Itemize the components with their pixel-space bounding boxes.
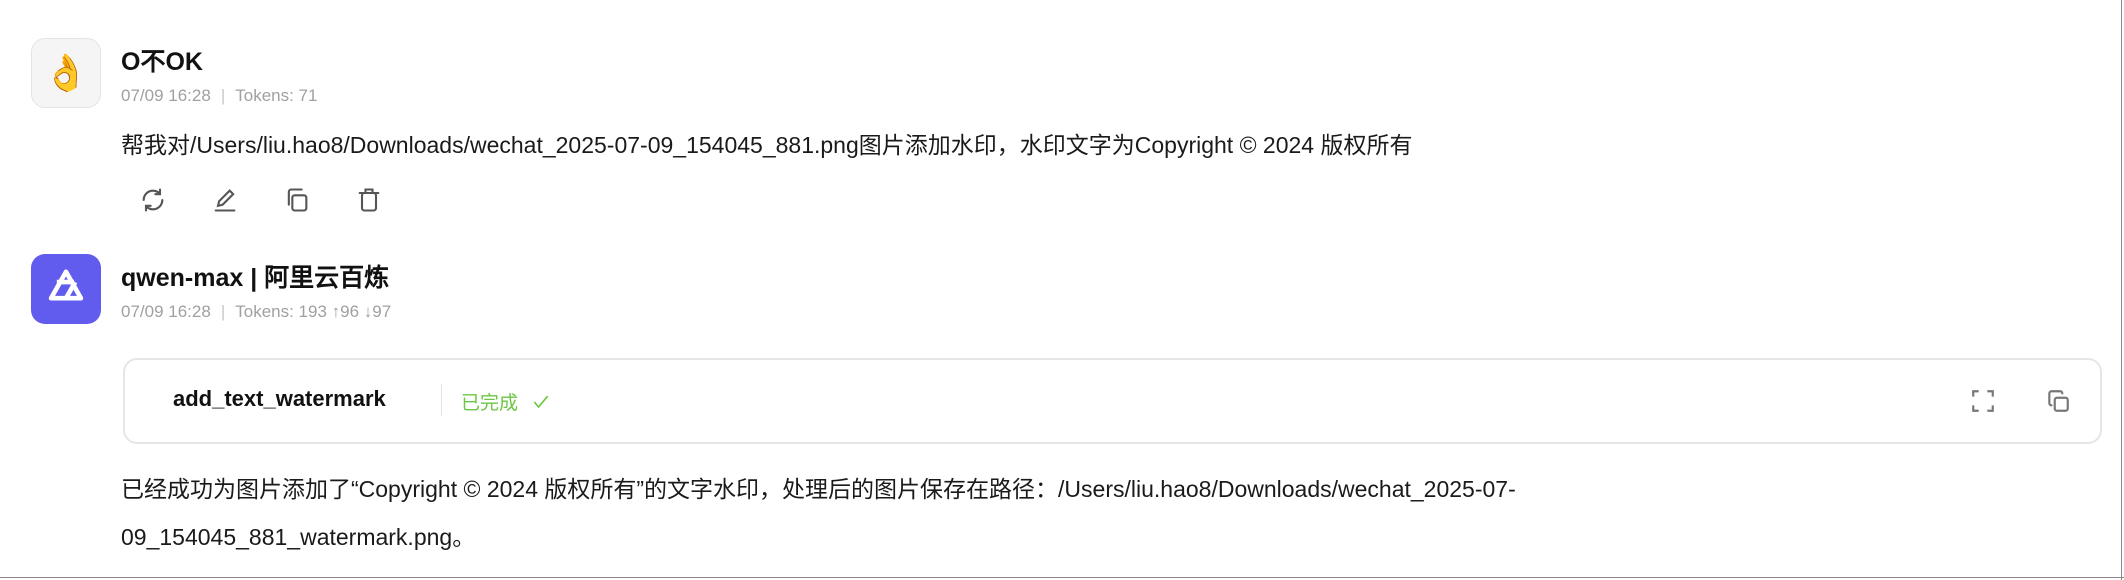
copy-tool-result-button[interactable] bbox=[2043, 386, 2073, 416]
token-count: Tokens: 193 ↑96 ↓97 bbox=[235, 302, 392, 321]
message-time: 07/09 16:28 bbox=[121, 86, 211, 105]
meta-separator: | bbox=[220, 302, 226, 321]
delete-icon bbox=[358, 188, 380, 212]
fullscreen-icon bbox=[1972, 390, 1994, 412]
user-meta: 07/09 16:28 | Tokens: 71 bbox=[121, 86, 317, 106]
refresh-icon bbox=[142, 188, 164, 212]
message-time: 07/09 16:28 bbox=[121, 302, 211, 321]
ok-hand-icon: 👌 bbox=[43, 52, 89, 93]
message-actions bbox=[136, 183, 386, 217]
assistant-meta: 07/09 16:28 | Tokens: 193 ↑96 ↓97 bbox=[121, 302, 391, 322]
tool-name: add_text_watermark bbox=[173, 386, 386, 411]
assistant-response: 已经成功为图片添加了“Copyright © 2024 版权所有”的文字水印，处… bbox=[121, 465, 1901, 561]
copy-button[interactable] bbox=[280, 183, 314, 217]
meta-separator: | bbox=[220, 86, 226, 105]
edit-icon bbox=[214, 189, 236, 212]
tool-call-card[interactable]: add_text_watermark 已完成 bbox=[123, 358, 2102, 444]
tool-status-label: 已完成 bbox=[461, 393, 519, 414]
edit-button[interactable] bbox=[208, 183, 242, 217]
qwen-logo-icon bbox=[48, 269, 84, 301]
tool-status: 已完成 bbox=[461, 388, 551, 415]
check-icon bbox=[533, 395, 549, 409]
copy-icon bbox=[2048, 390, 2069, 412]
copy-icon bbox=[287, 188, 308, 212]
user-message-text: 帮我对/Users/liu.hao8/Downloads/wechat_2025… bbox=[121, 132, 1413, 158]
assistant-avatar[interactable] bbox=[31, 254, 101, 324]
tool-divider bbox=[441, 384, 442, 416]
fullscreen-button[interactable] bbox=[1968, 386, 1998, 416]
assistant-name: qwen-max | 阿里云百炼 bbox=[121, 264, 390, 292]
window-border-right bbox=[2121, 0, 2122, 580]
user-avatar[interactable]: 👌 bbox=[31, 38, 101, 108]
response-line: 09_154045_881_watermark.png。 bbox=[121, 524, 476, 550]
token-count: Tokens: 71 bbox=[235, 86, 318, 105]
delete-button[interactable] bbox=[352, 183, 386, 217]
user-name: O不OK bbox=[121, 48, 203, 76]
response-line: 已经成功为图片添加了“Copyright © 2024 版权所有”的文字水印，处… bbox=[121, 476, 1516, 502]
window-border-bottom bbox=[0, 577, 2124, 578]
regenerate-button[interactable] bbox=[136, 183, 170, 217]
